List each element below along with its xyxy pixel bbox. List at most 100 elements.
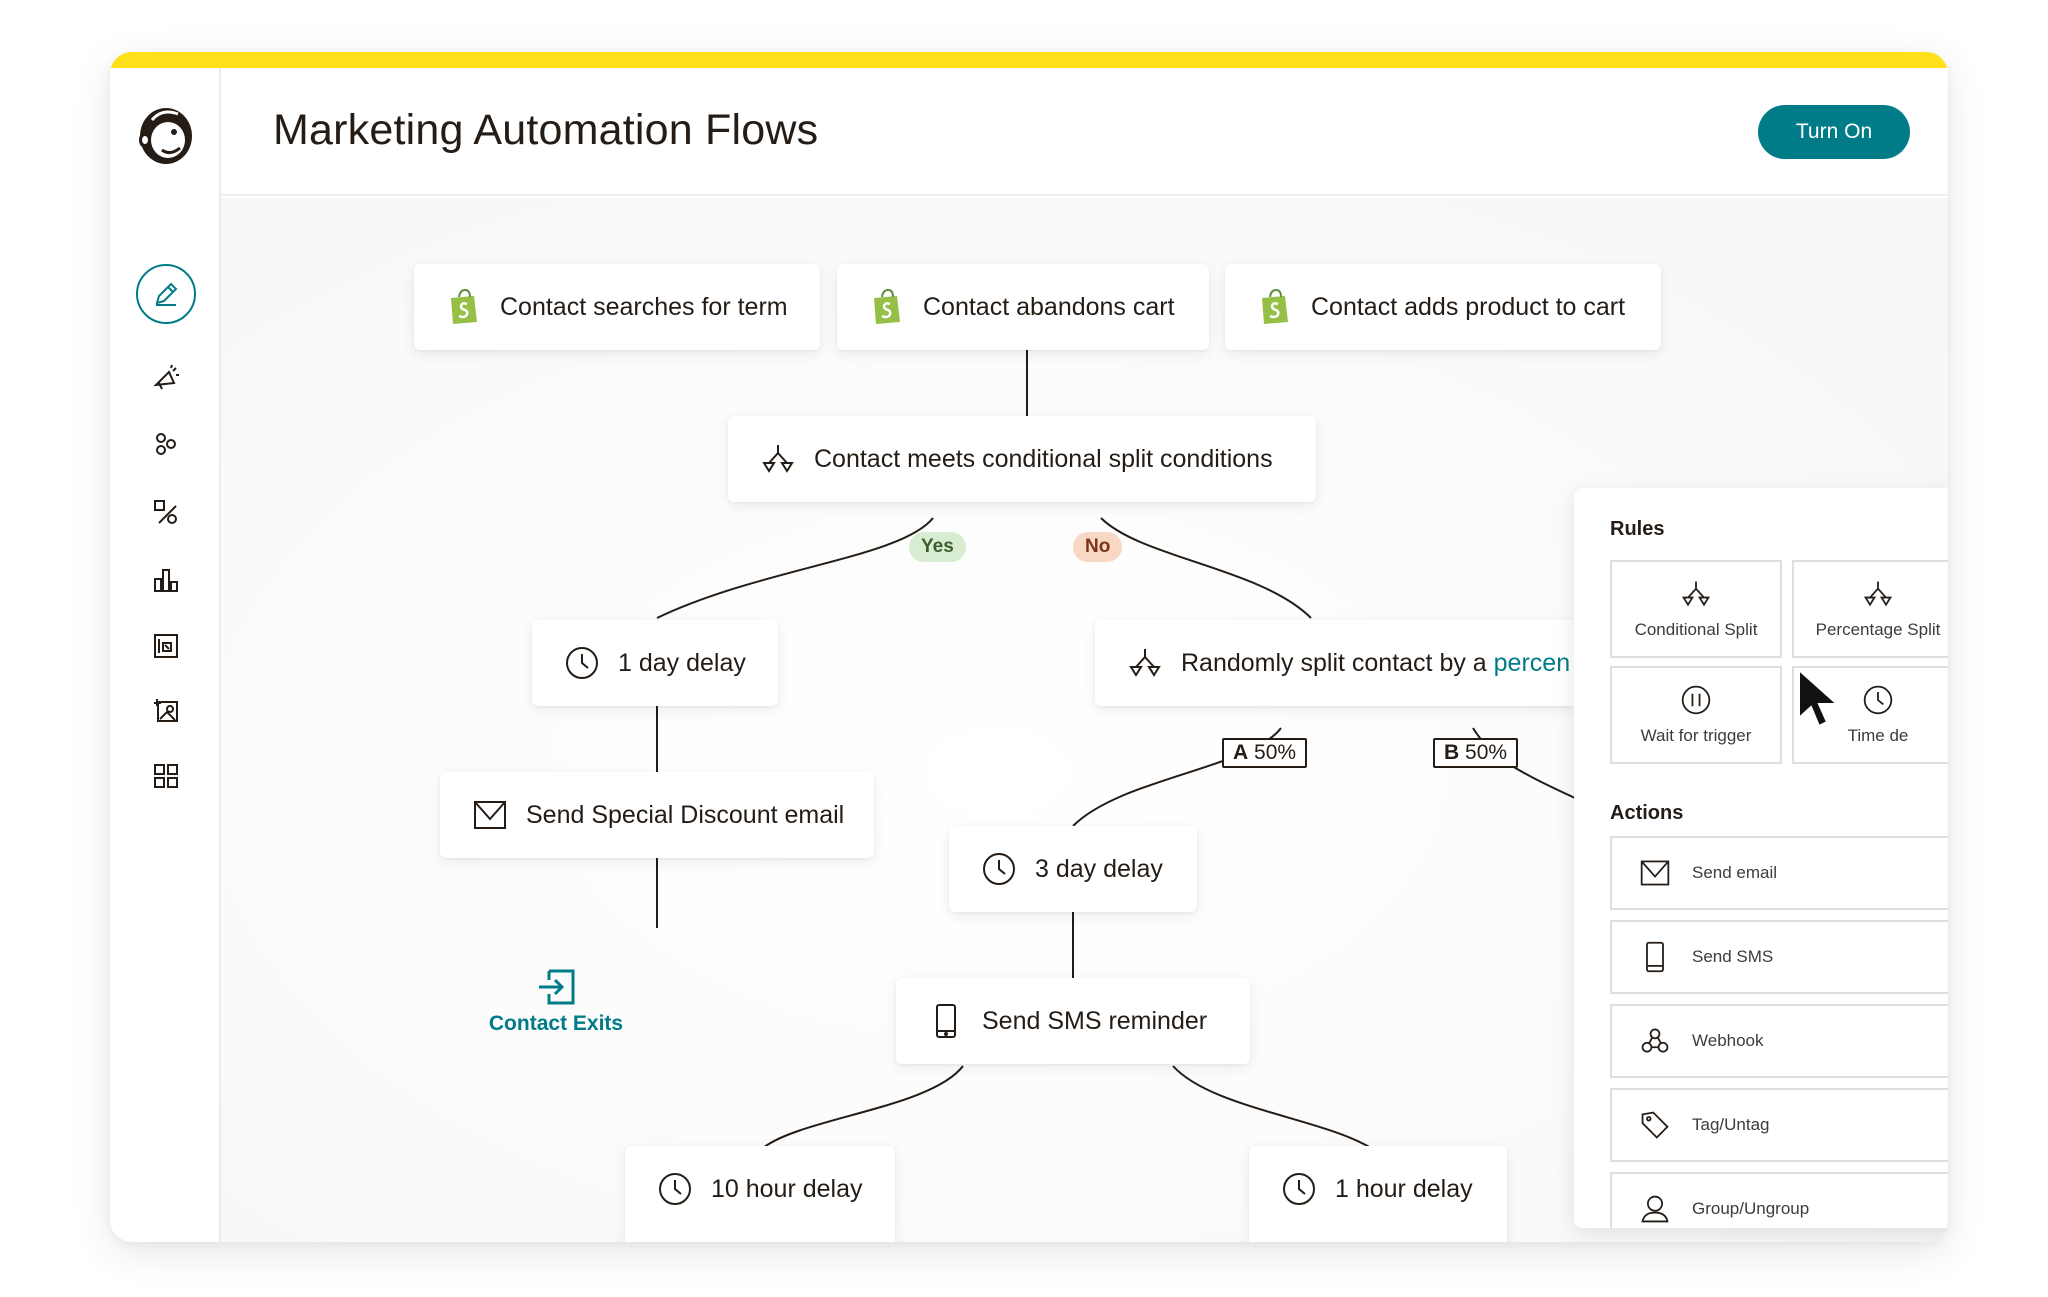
sidebar-item-audience[interactable] (136, 414, 196, 474)
flow-canvas[interactable]: Contact searches for term Contact abando… (221, 198, 1948, 1242)
action-group-ungroup[interactable]: Group/Ungroup (1610, 1172, 1948, 1228)
sidebar-item-content[interactable] (136, 680, 196, 740)
branch-b-letter: B (1444, 741, 1460, 764)
clock-icon (979, 849, 1019, 889)
phone-icon (1638, 940, 1672, 974)
delay-label: 3 day delay (1035, 854, 1163, 883)
app-window: Marketing Automation Flows Turn On Conta… (110, 52, 1948, 1242)
shopify-icon (867, 287, 907, 327)
action-send-sms[interactable]: Send SMS (1610, 920, 1948, 994)
audience-icon (156, 433, 176, 455)
person-icon (1638, 1192, 1672, 1226)
delay-label: 1 day delay (618, 648, 746, 677)
conditional-split-node[interactable]: Contact meets conditional split conditio… (728, 416, 1316, 502)
shapes-icon (154, 500, 177, 524)
trigger-contact-adds-product-node[interactable]: Contact adds product to cart (1225, 264, 1661, 350)
rule-percentage-split[interactable]: Percentage Split (1792, 560, 1948, 658)
branch-a-label: A 50% (1222, 738, 1308, 768)
split-icon (758, 439, 798, 479)
envelope-icon (470, 795, 510, 835)
split-icon (1681, 581, 1711, 607)
one-day-delay-node[interactable]: 1 day delay (532, 620, 778, 706)
send-discount-email-node[interactable]: Send Special Discount email (440, 772, 874, 858)
webhook-icon (1638, 1024, 1672, 1058)
page-title: Marketing Automation Flows (273, 106, 819, 154)
action-label: Send email (1692, 863, 1778, 882)
shopify-icon (1255, 287, 1295, 327)
brand-top-bar (110, 52, 1948, 68)
random-split-label: Randomly split contact by a percen (1181, 649, 1570, 678)
sidebar-item-segments[interactable] (136, 482, 196, 542)
action-tag-untag[interactable]: Tag/Untag (1610, 1088, 1948, 1162)
branch-b-value: 50% (1465, 741, 1508, 764)
split-icon (1125, 643, 1165, 683)
clock-icon (562, 643, 602, 683)
trigger-contact-abandons-cart-node[interactable]: Contact abandons cart (837, 264, 1209, 350)
contact-exits-label: Contact Exits (488, 1012, 624, 1035)
sidebar-item-integrations[interactable] (136, 746, 196, 806)
trigger-contact-searches-node[interactable]: Contact searches for term (414, 264, 820, 350)
percentage-link[interactable]: percen (1494, 649, 1570, 677)
action-label: Tag/Untag (1692, 1115, 1770, 1134)
trigger-label: Contact adds product to cart (1311, 292, 1626, 321)
action-label: Webhook (1692, 1031, 1764, 1050)
send-email-label: Send Special Discount email (526, 800, 845, 829)
split-icon (1863, 581, 1893, 607)
action-label: Send SMS (1692, 947, 1774, 966)
rule-conditional-split[interactable]: Conditional Split (1610, 560, 1782, 658)
delay-label: 10 hour delay (711, 1175, 863, 1203)
sms-reminder-label: Send SMS reminder (982, 1006, 1208, 1035)
rule-label: Percentage Split (1815, 620, 1941, 639)
pencil-icon (155, 282, 178, 306)
random-split-node[interactable]: Randomly split contact by a percen (1095, 620, 1575, 706)
ten-hour-delay-node[interactable]: 10 hour delay (625, 1146, 895, 1242)
clock-icon (655, 1169, 695, 1209)
sidebar (110, 68, 221, 1242)
branch-b-label: B 50% (1433, 738, 1519, 768)
rules-heading: Rules (1610, 518, 1665, 540)
contact-exits: Contact Exits (481, 968, 631, 1036)
random-split-text: Randomly split contact by a (1181, 648, 1494, 677)
clock-icon (1863, 685, 1893, 715)
sidebar-item-campaigns[interactable] (136, 348, 196, 408)
action-send-email[interactable]: Send email (1610, 836, 1948, 910)
one-hour-delay-node[interactable]: 1 hour delay (1249, 1146, 1507, 1242)
tag-icon (1638, 1108, 1672, 1142)
rule-wait-for-trigger[interactable]: Wait for trigger (1610, 666, 1782, 764)
grid-icon (154, 764, 178, 788)
rule-label: Wait for trigger (1640, 726, 1752, 745)
send-sms-reminder-node[interactable]: Send SMS reminder (896, 978, 1250, 1064)
building-blocks-panel: Rules Conditional Split Percentage Split… (1574, 488, 1948, 1228)
no-branch-badge: No (1073, 532, 1123, 562)
header: Marketing Automation Flows Turn On (221, 68, 1948, 196)
turn-on-button[interactable]: Turn On (1758, 105, 1910, 159)
three-day-delay-node[interactable]: 3 day delay (949, 826, 1197, 912)
clock-icon (1279, 1169, 1319, 1209)
pause-icon (1681, 685, 1711, 715)
mailchimp-logo-icon[interactable] (132, 100, 200, 168)
sidebar-item-automations[interactable] (136, 264, 196, 324)
megaphone-icon (153, 364, 179, 390)
actions-heading: Actions (1610, 802, 1684, 824)
sidebar-item-website[interactable] (136, 616, 196, 676)
rule-label: Time de (1847, 726, 1909, 745)
sidebar-item-analytics[interactable] (136, 550, 196, 610)
branch-a-letter: A (1233, 741, 1249, 764)
bar-chart-icon (154, 569, 178, 592)
phone-icon (926, 1001, 966, 1041)
rule-label: Conditional Split (1634, 620, 1758, 639)
shopify-icon (444, 287, 484, 327)
conditional-split-label: Contact meets conditional split conditio… (814, 444, 1273, 473)
envelope-icon (1638, 856, 1672, 890)
exit-icon (539, 969, 575, 1005)
yes-branch-badge: Yes (909, 532, 966, 562)
trigger-label: Contact searches for term (500, 292, 788, 321)
delay-label: 1 hour delay (1335, 1175, 1473, 1203)
website-icon (154, 634, 178, 658)
content-icon (154, 699, 178, 722)
trigger-label: Contact abandons cart (923, 292, 1175, 321)
branch-a-value: 50% (1254, 741, 1297, 764)
mouse-cursor-icon (1798, 668, 1840, 728)
action-label: Group/Ungroup (1692, 1199, 1810, 1218)
action-webhook[interactable]: Webhook (1610, 1004, 1948, 1078)
